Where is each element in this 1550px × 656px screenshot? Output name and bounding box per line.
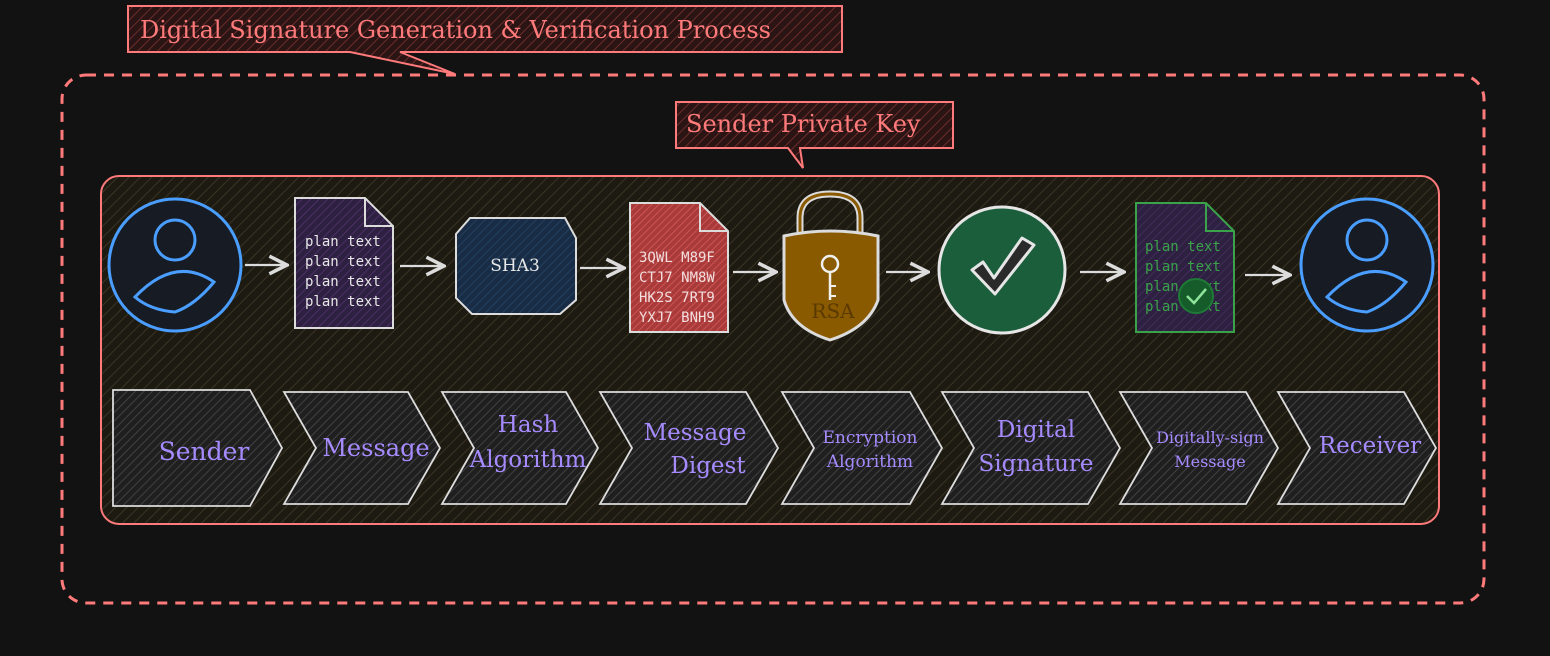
signature-seal-icon (1178, 278, 1214, 314)
step-label: Hash (498, 412, 559, 438)
diagram-title: Digital Signature Generation & Verificat… (140, 16, 771, 44)
digest-line: 3QWL M89F (639, 250, 715, 266)
step-label: Sender (159, 437, 250, 466)
step-label: Message (644, 420, 747, 446)
step-label: Signature (978, 451, 1093, 477)
message-line: plan text (305, 234, 381, 250)
digest-document-icon: 3QWL M89F CTJ7 NM8W HK2S 7RT9 YXJ7 BNH9 (629, 202, 729, 333)
step-chevron: Sender (112, 389, 284, 507)
signed-line: plan text (1145, 239, 1221, 255)
signed-document-icon: plan text plan text plan text plan text (1135, 202, 1235, 333)
receiver-user-icon (1299, 197, 1435, 333)
signed-line: plan text (1145, 259, 1221, 275)
key-label: Sender Private Key (686, 110, 921, 138)
digest-line: CTJ7 NM8W (639, 270, 715, 286)
message-document-icon: plan text plan text plan text plan text (294, 197, 394, 329)
digest-line: HK2S 7RT9 (639, 290, 715, 306)
step-label: Message (1174, 452, 1246, 471)
message-line: plan text (305, 254, 381, 270)
check-circle-icon (937, 205, 1067, 335)
digest-line: YXJ7 BNH9 (639, 310, 715, 326)
diagram-canvas: Digital Signature Generation & Verificat… (60, 5, 1486, 605)
step-label: Algorithm (826, 452, 913, 472)
sender-user-icon (107, 197, 243, 333)
message-line: plan text (305, 274, 381, 290)
message-line: plan text (305, 294, 381, 310)
step-label: Encryption (823, 428, 918, 448)
hash-label: SHA3 (490, 256, 540, 276)
step-label: Receiver (1319, 433, 1421, 459)
step-label: Digitally-sign (1156, 428, 1264, 447)
key-callout: Sender Private Key (675, 101, 954, 169)
step-label: Algorithm (469, 447, 587, 473)
step-label: Digital (997, 417, 1075, 443)
lock-label: RSA (811, 299, 855, 323)
hash-box-icon: SHA3 (455, 217, 577, 315)
step-label: Digest (670, 453, 746, 479)
title-callout: Digital Signature Generation & Verificat… (127, 5, 843, 75)
step-label: Message (322, 434, 429, 462)
